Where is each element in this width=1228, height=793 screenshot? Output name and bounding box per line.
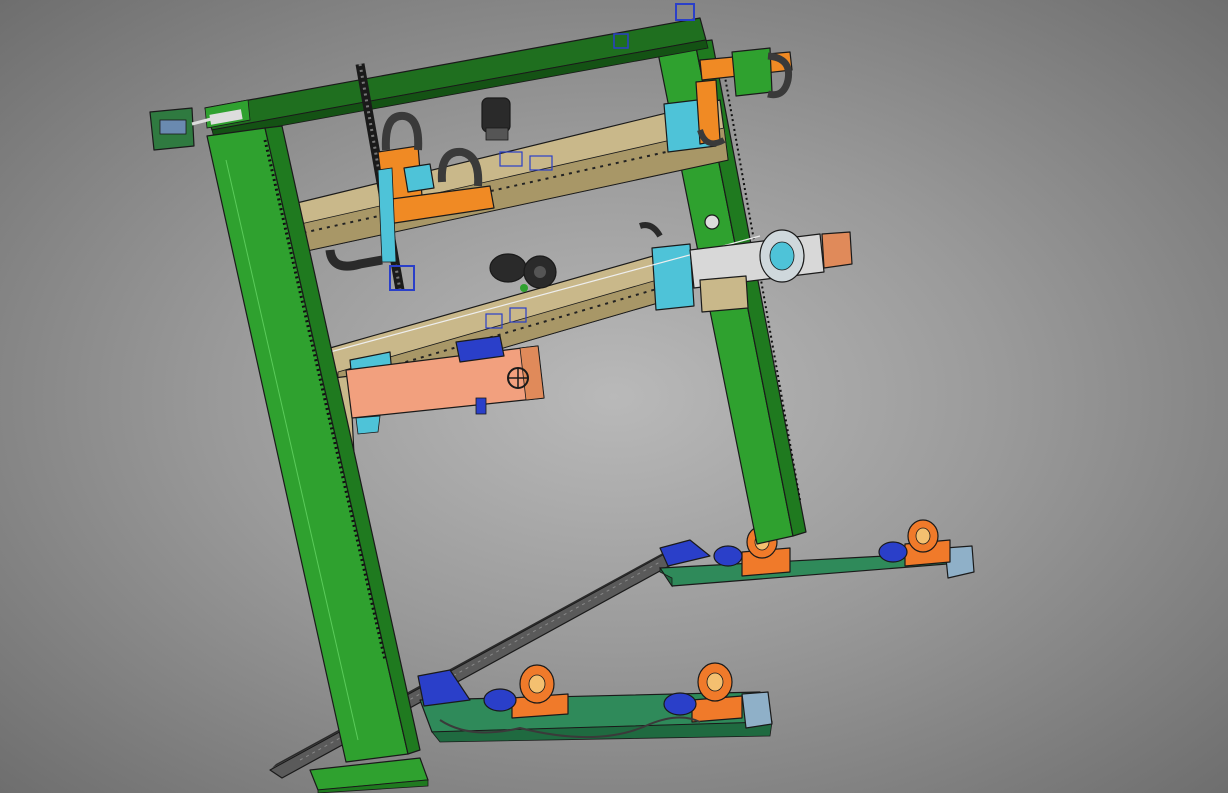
drive-motor: [481, 97, 511, 141]
cable-chain: [325, 249, 383, 271]
roller-unit: [878, 519, 951, 567]
welding-gantry-model: [149, 3, 975, 793]
cad-viewport[interactable]: [0, 0, 1228, 793]
rear-roller-base: [659, 519, 975, 588]
roller-unit: [483, 664, 569, 719]
